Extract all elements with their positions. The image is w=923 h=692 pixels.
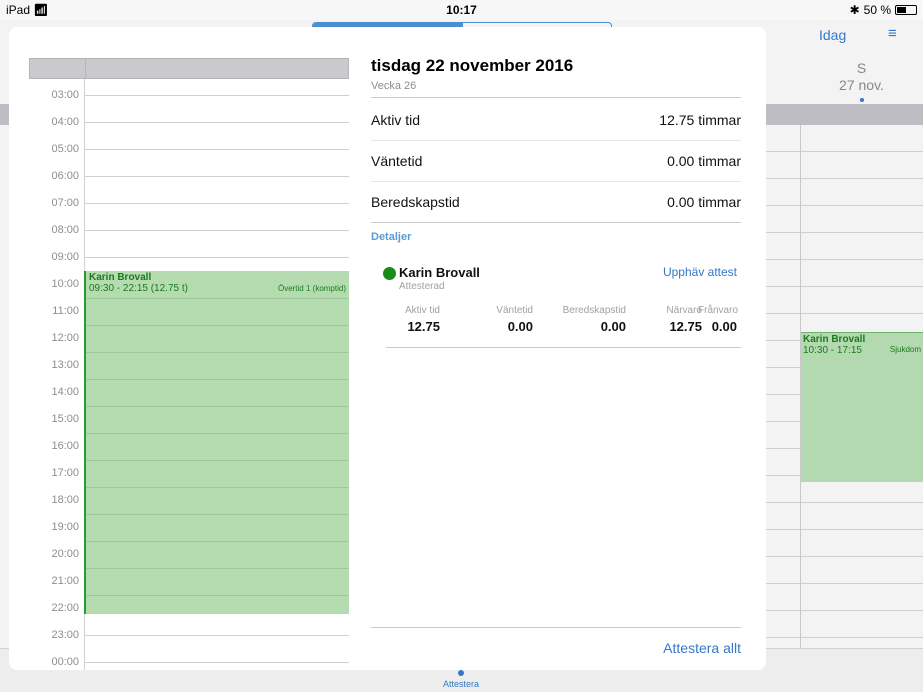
hour-label: 11:00 — [52, 305, 79, 317]
revoke-attest-button[interactable]: Upphäv attest — [663, 265, 737, 279]
event-tag: Sjukdom — [889, 345, 921, 354]
hour-line — [84, 203, 349, 204]
column-header: Frånvaro — [698, 305, 739, 316]
column-value: 0.00 — [507, 319, 533, 334]
calendar-event[interactable]: Karin Brovall 10:30 - 17:15 Sjukdom — [801, 332, 923, 482]
column-value: 12.75 — [407, 319, 440, 334]
bluetooth-icon: ✱ — [849, 3, 860, 17]
tab-attestera[interactable]: Attestera — [420, 679, 502, 689]
hour-label: 16:00 — [51, 440, 79, 452]
attest-tab-icon[interactable] — [458, 670, 464, 676]
hour-label: 09:00 — [51, 251, 79, 263]
hour-label: 06:00 — [51, 170, 79, 182]
column-header: Väntetid — [496, 305, 533, 316]
stat-label: Väntetid — [371, 153, 423, 169]
column-header: Aktiv tid — [404, 305, 440, 316]
event-time: 09:30 - 22:15 (12.75 t) — [89, 283, 188, 294]
column-absence: Frånvaro 0.00 — [698, 305, 739, 334]
stat-standby-time: Beredskapstid 0.00 timmar — [371, 182, 741, 222]
hour-line — [84, 662, 349, 663]
stat-value: 12.75 timmar — [659, 112, 741, 128]
status-time: 10:17 — [446, 3, 477, 17]
hour-label: 03:00 — [51, 89, 79, 101]
day-detail-modal: 03:00 04:00 05:00 06:00 07:00 08:00 09:00 10:00… — [9, 27, 766, 670]
day-view: 03:00 04:00 05:00 06:00 07:00 08:00 09:00 10:00… — [29, 58, 349, 670]
hour-label: 17:00 — [51, 467, 79, 479]
column-header: Närvaro — [666, 305, 702, 316]
status-dot-icon — [383, 267, 396, 280]
hour-line — [84, 122, 349, 123]
column-value: 0.00 — [711, 319, 737, 334]
hour-line — [84, 230, 349, 231]
hour-label: 15:00 — [51, 413, 79, 425]
divider — [371, 627, 741, 628]
hour-label: 05:00 — [51, 143, 79, 155]
stat-value: 0.00 timmar — [667, 153, 741, 169]
hour-label: 23:00 — [51, 629, 79, 641]
battery-icon — [895, 5, 917, 15]
column-value: 0.00 — [600, 319, 626, 334]
hour-line — [84, 176, 349, 177]
event-tag: Övertid 1 (komptid) — [277, 284, 346, 293]
column-active-time: Aktiv tid 12.75 — [398, 305, 440, 334]
today-button[interactable]: Idag — [819, 27, 846, 43]
all-day-header — [29, 58, 349, 79]
week-label: Vecka 26 — [371, 80, 417, 92]
stat-label: Beredskapstid — [371, 194, 460, 210]
column-presence: Närvaro 12.75 — [628, 305, 702, 334]
stat-active-time: Aktiv tid 12.75 timmar — [371, 100, 741, 140]
page-title: tisdag 22 november 2016 — [371, 56, 574, 75]
stat-waiting-time: Väntetid 0.00 timmar — [371, 141, 741, 181]
column-waiting-time: Väntetid 0.00 — [458, 305, 533, 334]
hour-label: 10:00 — [51, 278, 79, 290]
time-event[interactable]: Karin Brovall 09:30 - 22:15 (12.75 t) Öv… — [84, 271, 349, 614]
stat-value: 0.00 timmar — [667, 194, 741, 210]
status-bar: iPad 📶︎ 10:17 ✱ 50 % — [0, 0, 923, 20]
hour-label: 00:00 — [51, 656, 79, 668]
day-header-sunday[interactable]: S 27 nov. — [800, 60, 923, 94]
event-indicator-dot — [860, 98, 864, 102]
person-name: Karin Brovall — [399, 265, 480, 280]
column-value: 12.75 — [669, 319, 702, 334]
event-person: Karin Brovall — [89, 272, 152, 283]
stat-label: Aktiv tid — [371, 112, 421, 128]
day-date: 27 nov. — [839, 77, 884, 93]
hour-line — [84, 635, 349, 636]
event-time: 10:30 - 17:15 — [803, 345, 862, 356]
status-right: ✱ 50 % — [850, 3, 917, 17]
column-standby-time: Beredskapstid 0.00 — [526, 305, 626, 334]
hour-label: 19:00 — [51, 521, 79, 533]
hour-label: 12:00 — [51, 332, 79, 344]
hour-label: 20:00 — [51, 548, 79, 560]
divider — [371, 222, 741, 223]
person-status: Attesterad — [399, 281, 445, 292]
day-letter: S — [856, 60, 867, 76]
detail-panel: tisdag 22 november 2016 Vecka 26 Aktiv t… — [371, 27, 741, 670]
column-header: Beredskapstid — [562, 305, 626, 316]
hour-label: 21:00 — [51, 575, 79, 587]
hour-label: 14:00 — [51, 386, 79, 398]
hour-line — [84, 95, 349, 96]
battery-percent: 50 % — [863, 3, 891, 17]
divider — [386, 347, 741, 348]
hour-line — [84, 257, 349, 258]
event-person: Karin Brovall — [803, 334, 866, 345]
list-icon[interactable]: ≡ — [888, 25, 897, 42]
hour-label: 13:00 — [51, 359, 79, 371]
hour-row: 00:00 — [29, 656, 349, 670]
hour-line — [84, 149, 349, 150]
divider — [371, 97, 741, 98]
hour-label: 18:00 — [51, 494, 79, 506]
hour-label: 22:00 — [51, 602, 79, 614]
hour-label: 08:00 — [51, 224, 79, 236]
attest-all-button[interactable]: Attestera allt — [663, 640, 741, 656]
hour-label: 04:00 — [51, 116, 79, 128]
section-details: Detaljer — [371, 231, 412, 243]
hour-label: 07:00 — [51, 197, 79, 209]
